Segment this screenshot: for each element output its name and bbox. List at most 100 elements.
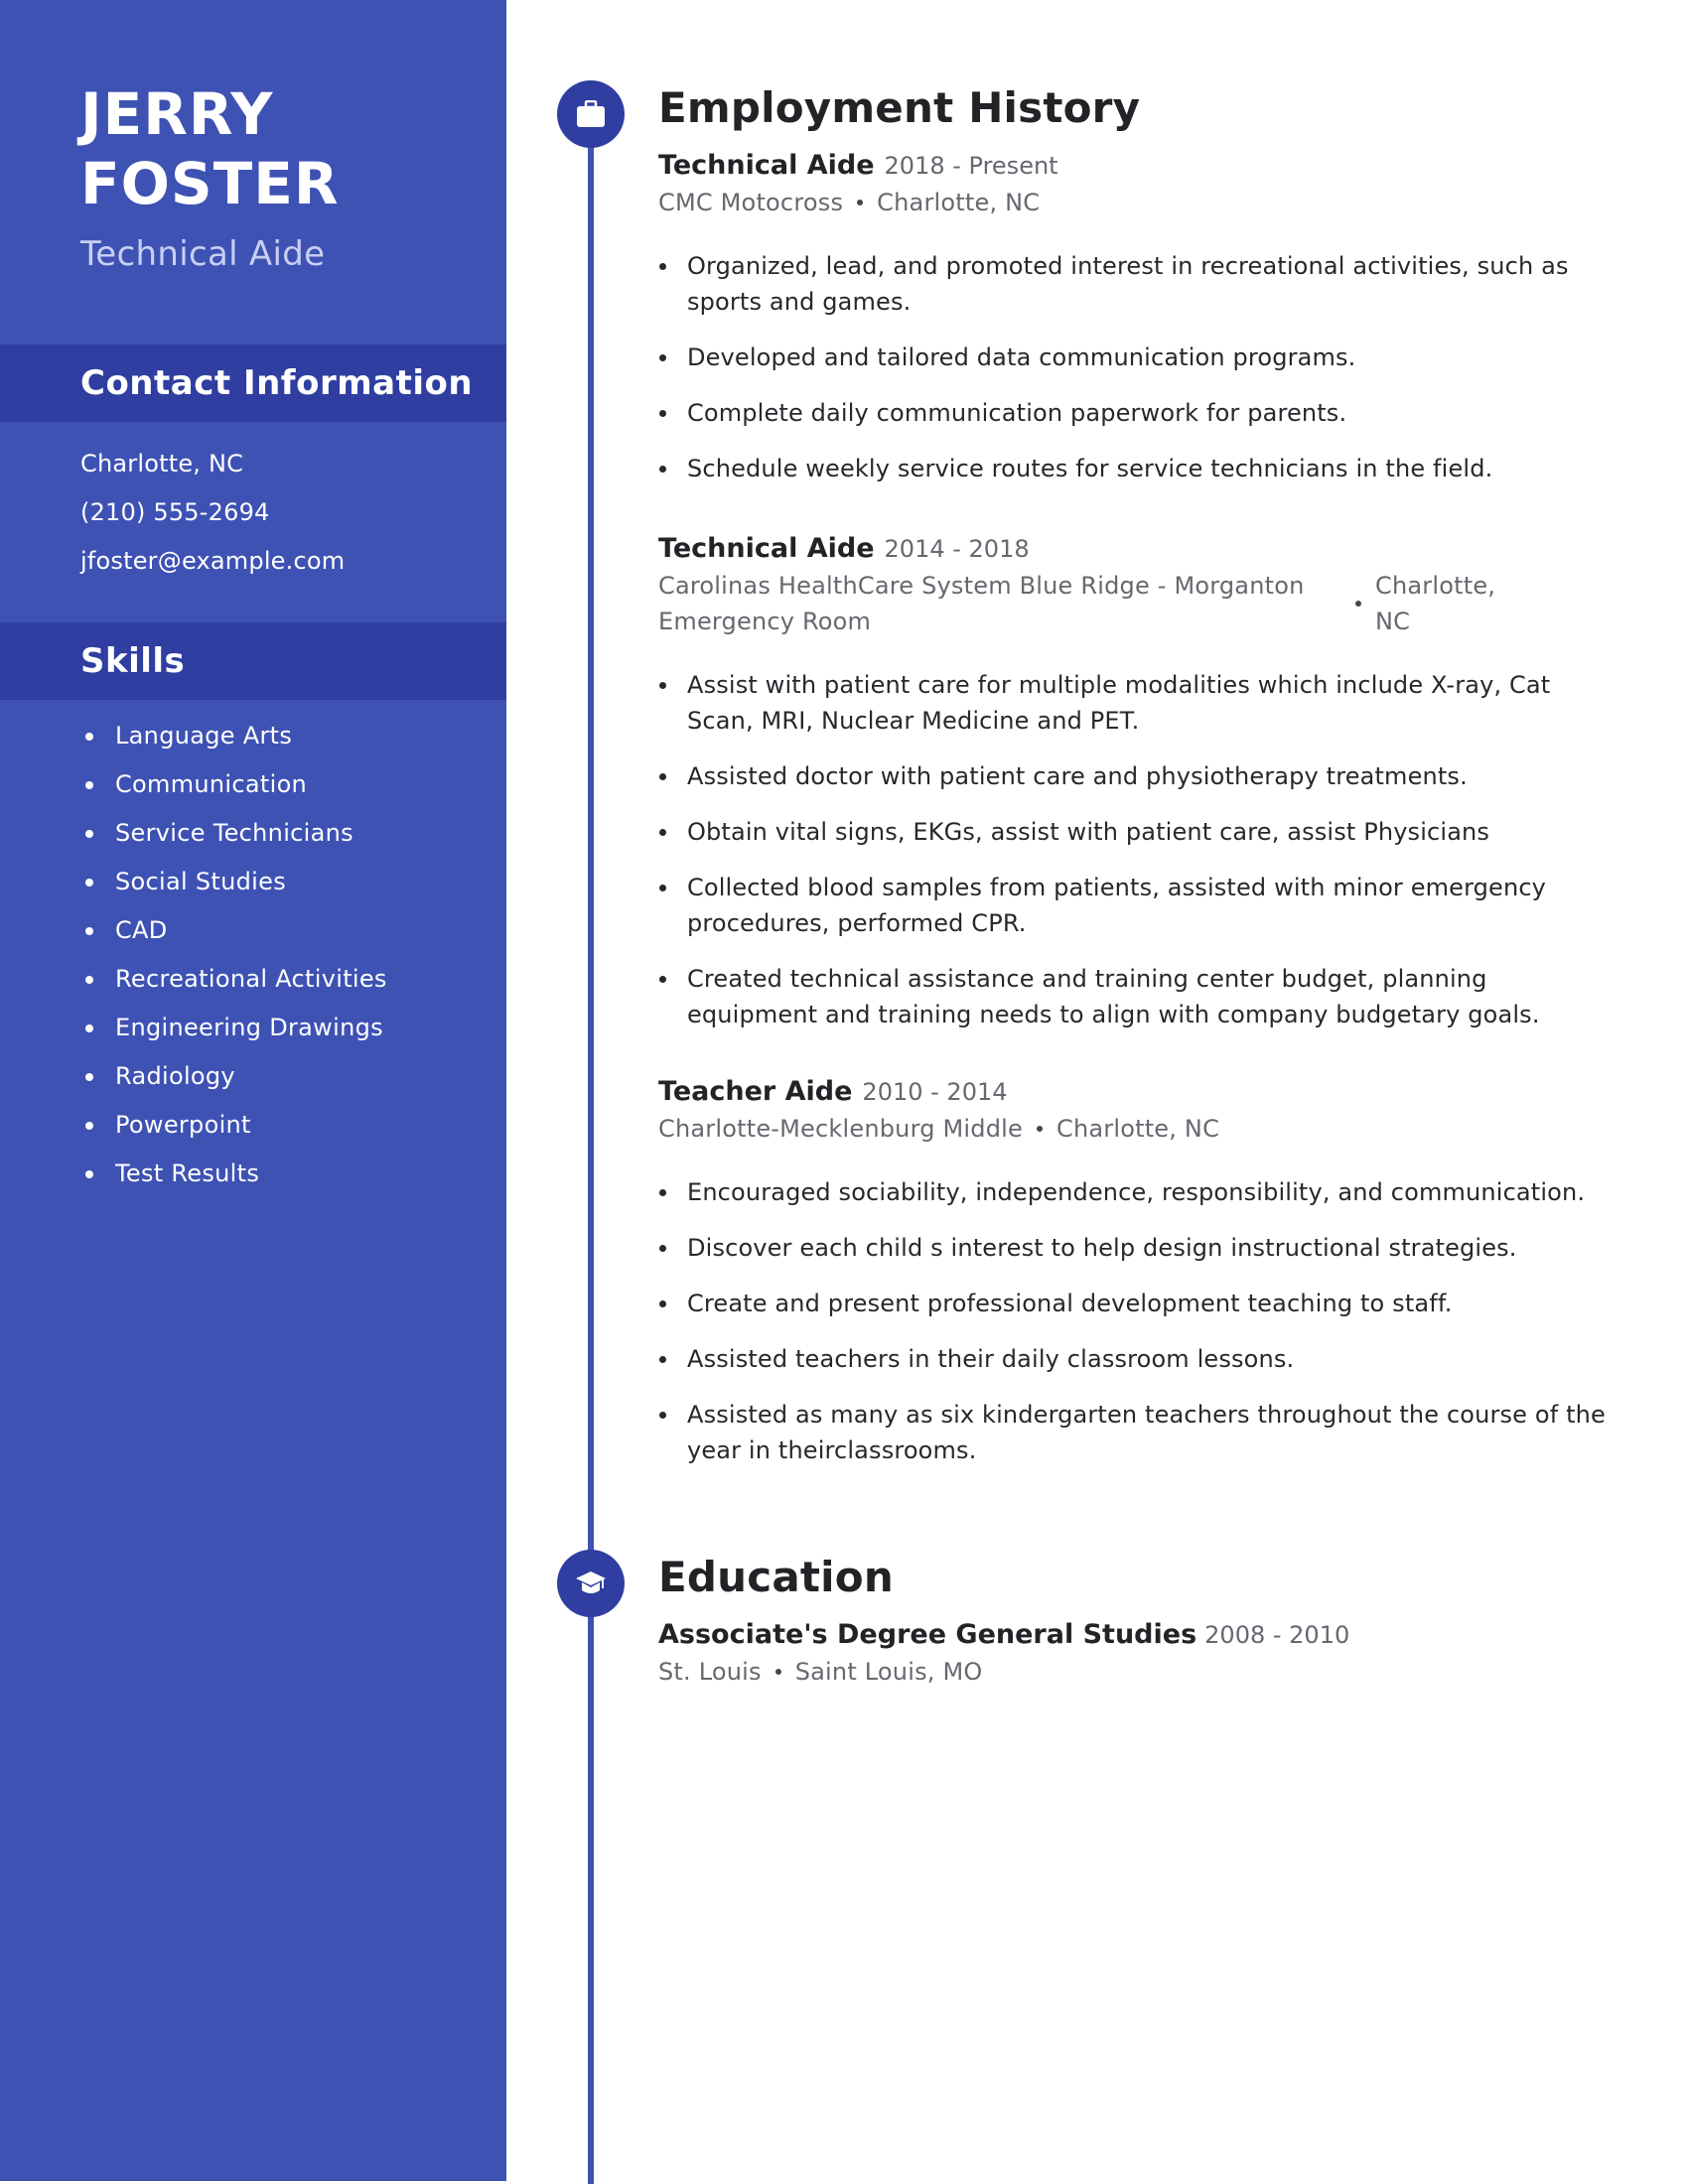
job-title: Teacher Aide (658, 1076, 853, 1107)
bullet-text: Discover each child s interest to help d… (687, 1234, 1517, 1262)
bullet-icon (85, 1122, 93, 1130)
skill-label: CAD (115, 916, 168, 944)
bullet-item: Collected blood samples from patients, a… (658, 870, 1612, 941)
skill-item: Powerpoint (80, 1101, 387, 1150)
bullet-text: Organized, lead, and promoted interest i… (687, 252, 1569, 316)
bullet-icon (659, 1189, 666, 1196)
bullet-text: Create and present professional developm… (687, 1290, 1453, 1317)
skill-item: Engineering Drawings (80, 1004, 387, 1052)
education-meta: St. Louis Saint Louis, MO (658, 1654, 1612, 1690)
job-dates: 2010 - 2014 (862, 1078, 1008, 1106)
job-dates: 2018 - Present (884, 152, 1058, 180)
job-entry: Teacher Aide 2010 - 2014 Charlotte-Meckle… (658, 1073, 1612, 1488)
skill-label: Communication (115, 770, 308, 798)
school-location: Saint Louis, MO (794, 1658, 983, 1686)
bullet-text: Assist with patient care for multiple mo… (687, 671, 1551, 735)
last-name: FOSTER (80, 150, 340, 217)
briefcase-icon (577, 100, 605, 127)
bullet-icon (85, 927, 93, 935)
skills-list: Language Arts Communication Service Tech… (80, 712, 387, 1198)
first-name: JERRY (80, 80, 274, 148)
skill-item: Social Studies (80, 858, 387, 906)
skill-item: Communication (80, 760, 387, 809)
job-location: Charlotte, NC (1375, 572, 1496, 635)
education-heading: Education (658, 1553, 894, 1601)
bullet-icon (659, 829, 666, 836)
education-dates: 2008 - 2010 (1204, 1621, 1350, 1649)
separator-dot-icon (1036, 1126, 1043, 1132)
bullet-item: Assist with patient care for multiple mo… (658, 667, 1612, 739)
job-bullets: Organized, lead, and promoted interest i… (658, 248, 1612, 486)
skill-label: Language Arts (115, 722, 293, 750)
bullet-text: Assisted as many as six kindergarten tea… (687, 1401, 1606, 1464)
bullet-item: Create and present professional developm… (658, 1286, 1612, 1321)
skill-item: Recreational Activities (80, 955, 387, 1004)
bullet-icon (659, 1245, 666, 1252)
job-location: Charlotte, NC (877, 189, 1041, 216)
candidate-name: JERRY FOSTER (80, 79, 340, 218)
contact-header-band: Contact Information (0, 344, 506, 422)
bullet-icon (659, 263, 666, 270)
employment-section-marker (557, 80, 625, 148)
bullet-icon (659, 885, 666, 891)
bullet-item: Discover each child s interest to help d… (658, 1230, 1612, 1266)
bullet-item: Complete daily communication paperwork f… (658, 395, 1612, 431)
bullet-text: Created technical assistance and trainin… (687, 965, 1540, 1028)
degree: Associate's Degree General Studies (658, 1619, 1197, 1650)
bullet-text: Assisted teachers in their daily classro… (687, 1345, 1295, 1373)
skill-item: Service Technicians (80, 809, 387, 858)
bullet-icon (85, 1170, 93, 1178)
bullet-item: Schedule weekly service routes for servi… (658, 451, 1612, 486)
job-header: Technical Aide 2018 - Present (658, 147, 1612, 185)
skill-item: Test Results (80, 1150, 387, 1198)
job-header: Technical Aide 2014 - 2018 (658, 530, 1612, 568)
job-header: Teacher Aide 2010 - 2014 (658, 1073, 1612, 1111)
bullet-icon (659, 976, 666, 983)
skill-item: Language Arts (80, 712, 387, 760)
bullet-icon (659, 354, 666, 361)
contact-email[interactable]: jfoster@example.com (80, 537, 345, 586)
bullet-item: Assisted doctor with patient care and ph… (658, 758, 1612, 794)
bullet-icon (85, 1073, 93, 1081)
bullet-icon (659, 773, 666, 780)
bullet-icon (85, 733, 93, 741)
bullet-icon (85, 781, 93, 789)
skill-item: Radiology (80, 1052, 387, 1101)
contact-list: Charlotte, NC (210) 555-2694 jfoster@exa… (80, 440, 345, 586)
contact-phone[interactable]: (210) 555-2694 (80, 488, 345, 537)
sidebar: JERRY FOSTER Technical Aide Contact Info… (0, 0, 506, 2181)
bullet-icon (659, 410, 666, 417)
job-bullets: Encouraged sociability, independence, re… (658, 1174, 1612, 1468)
job-entry: Technical Aide 2014 - 2018 Carolinas Heal… (658, 530, 1612, 1052)
skill-item: CAD (80, 906, 387, 955)
skill-label: Engineering Drawings (115, 1014, 383, 1041)
bullet-icon (659, 466, 666, 473)
bullet-item: Created technical assistance and trainin… (658, 961, 1612, 1032)
bullet-text: Schedule weekly service routes for servi… (687, 455, 1493, 482)
bullet-item: Obtain vital signs, EKGs, assist with pa… (658, 814, 1612, 850)
bullet-text: Encouraged sociability, independence, re… (687, 1178, 1586, 1206)
bullet-icon (659, 1300, 666, 1307)
bullet-text: Assisted doctor with patient care and ph… (687, 762, 1468, 790)
bullet-item: Encouraged sociability, independence, re… (658, 1174, 1612, 1210)
job-location: Charlotte, NC (1055, 1115, 1220, 1143)
job-title-subtitle: Technical Aide (80, 234, 326, 274)
skills-header-band: Skills (0, 622, 506, 700)
bullet-item: Assisted as many as six kindergarten tea… (658, 1397, 1612, 1468)
education-section-marker (557, 1550, 625, 1617)
contact-heading: Contact Information (80, 363, 474, 403)
job-meta: Charlotte-Mecklenburg Middle Charlotte, … (658, 1111, 1612, 1147)
employment-heading: Employment History (658, 83, 1141, 132)
job-bullets: Assist with patient care for multiple mo… (658, 667, 1612, 1032)
timeline-line (588, 114, 594, 2184)
job-title: Technical Aide (658, 533, 875, 564)
skill-label: Radiology (115, 1062, 235, 1090)
skill-label: Recreational Activities (115, 965, 387, 993)
bullet-item: Assisted teachers in their daily classro… (658, 1341, 1612, 1377)
separator-dot-icon (1355, 601, 1361, 607)
skill-label: Powerpoint (115, 1111, 251, 1139)
skill-label: Service Technicians (115, 819, 353, 847)
bullet-text: Collected blood samples from patients, a… (687, 874, 1547, 937)
job-title: Technical Aide (658, 150, 875, 181)
employer: CMC Motocross (658, 189, 844, 216)
